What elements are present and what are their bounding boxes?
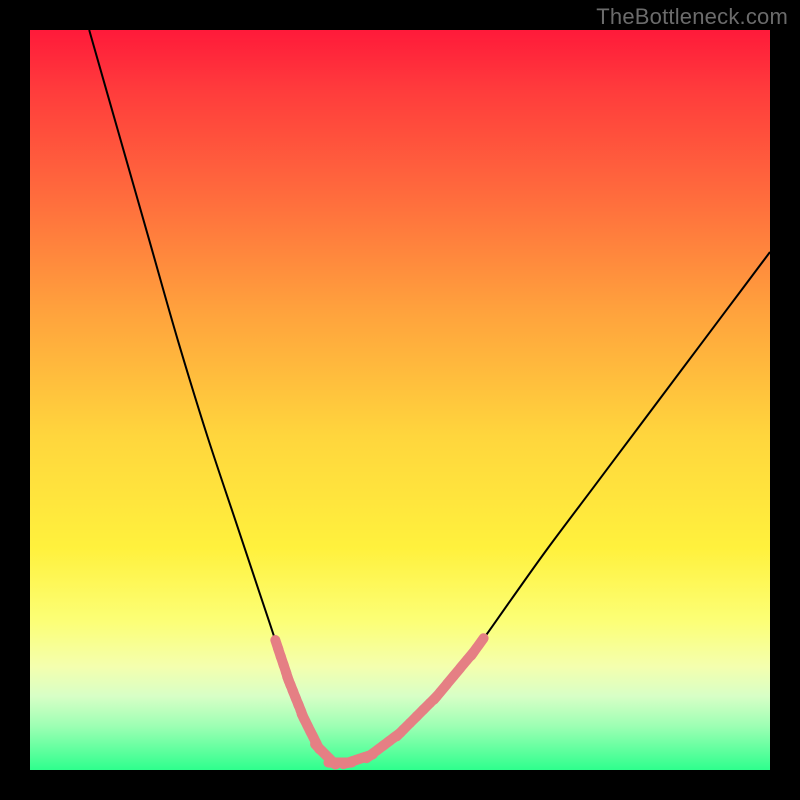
watermark-text: TheBottleneck.com (596, 4, 788, 30)
bottleneck-curve-svg (30, 30, 770, 770)
bottleneck-curve (89, 30, 770, 764)
chart-frame: TheBottleneck.com (0, 0, 800, 800)
highlight-markers-group (269, 631, 491, 771)
curve-path-group (89, 30, 770, 764)
plot-area (30, 30, 770, 770)
